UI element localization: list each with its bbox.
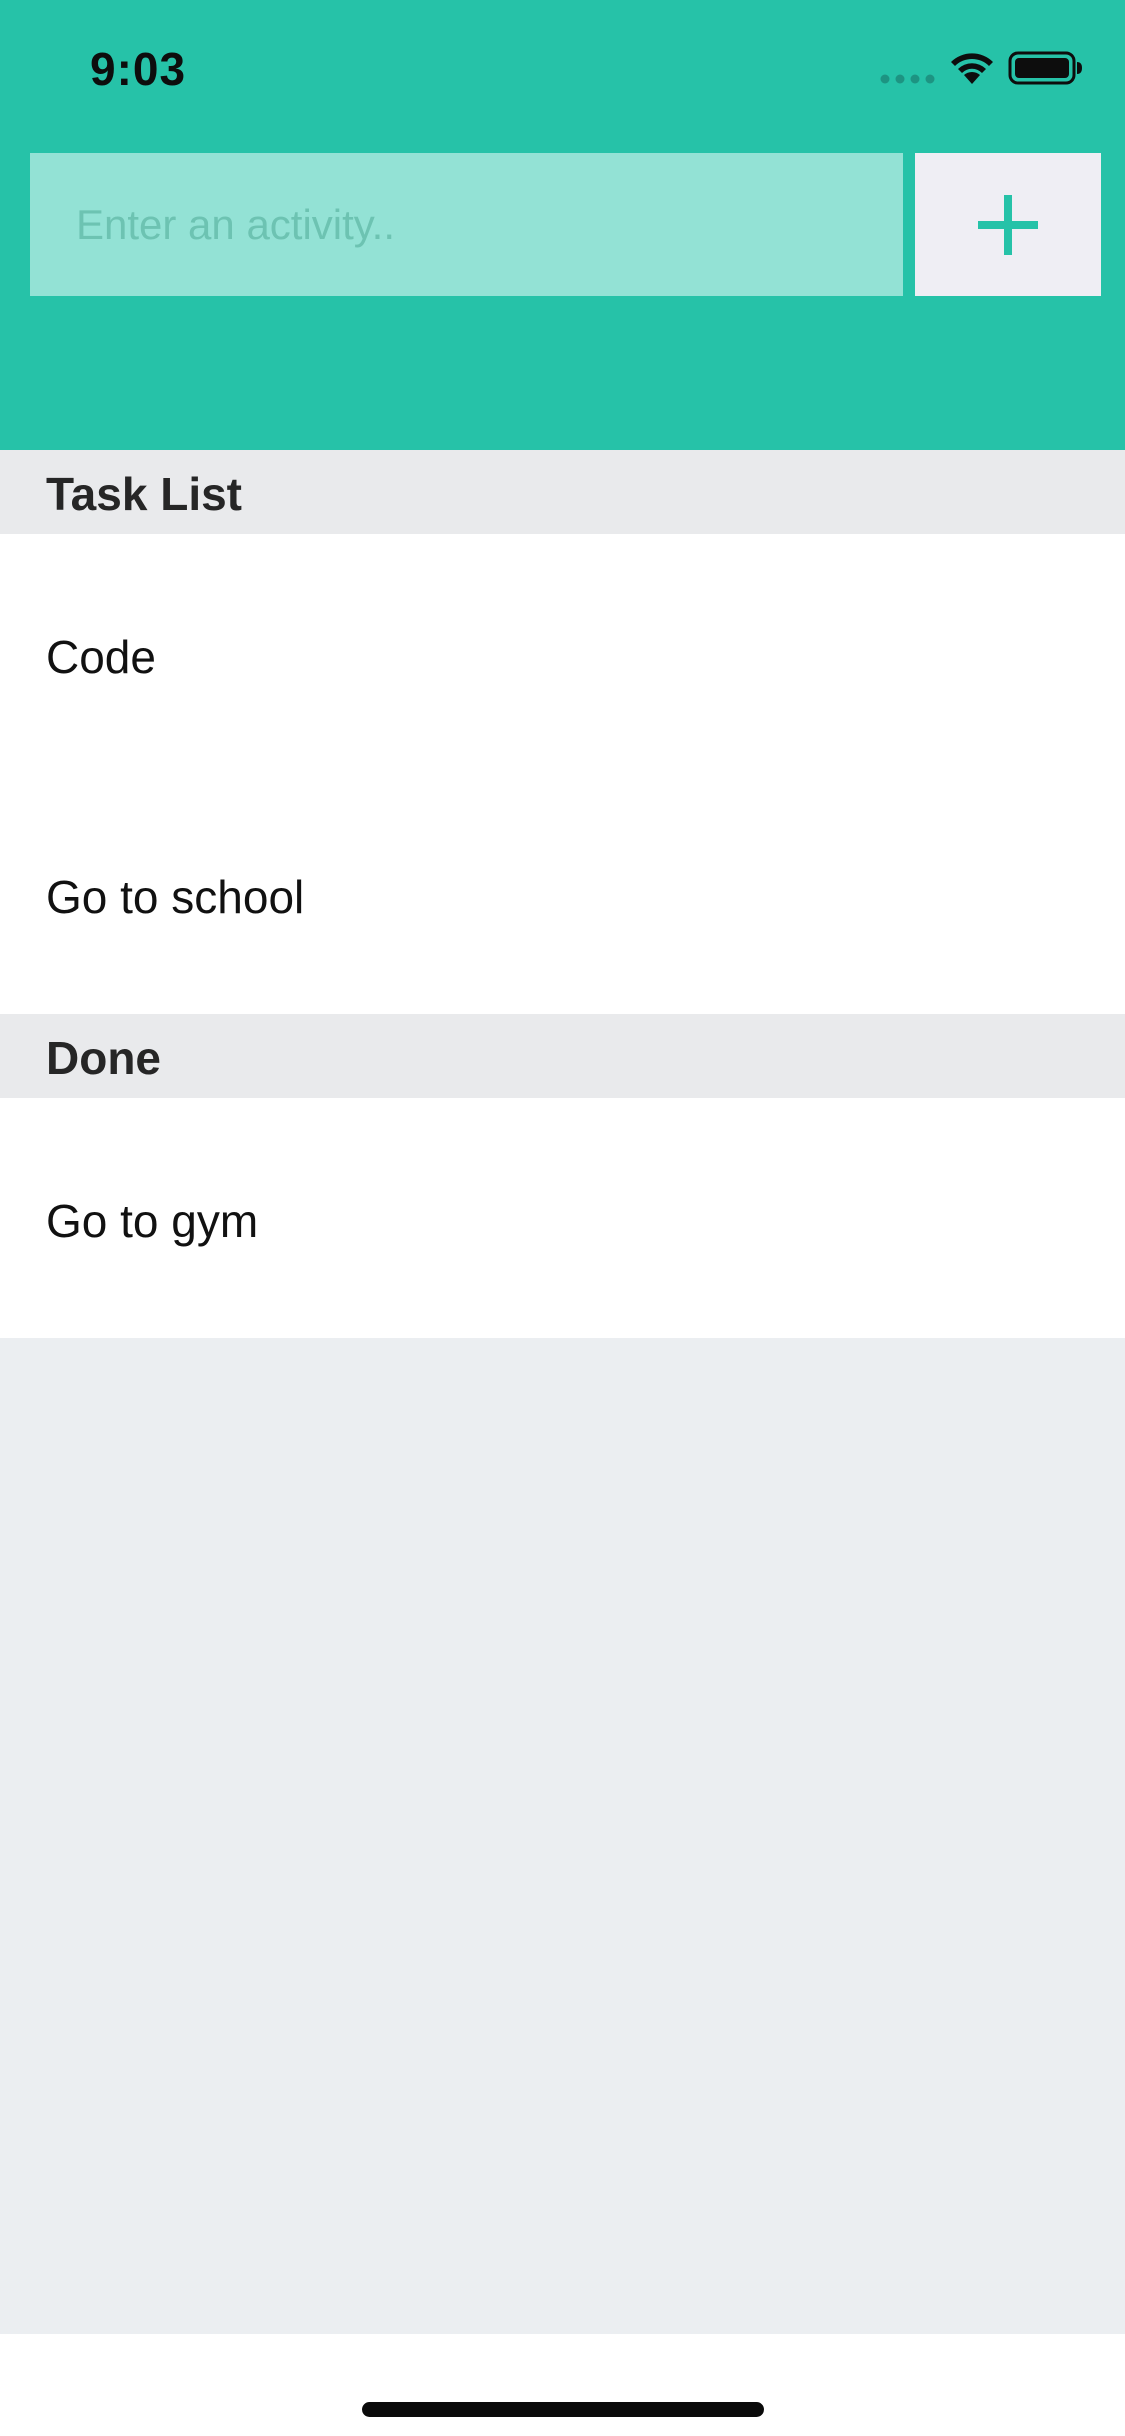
home-indicator[interactable] — [362, 2402, 764, 2417]
list-item-label: Go to gym — [46, 1195, 259, 1247]
task-list: Code Go to school — [0, 534, 1125, 1014]
status-bar: 9:03 — [0, 0, 1125, 140]
home-area — [0, 2334, 1125, 2436]
section-title: Task List — [46, 468, 242, 520]
battery-icon — [1008, 51, 1082, 85]
list-item-label: Go to school — [46, 871, 305, 923]
done-list: Go to gym — [0, 1098, 1125, 1338]
header: 9:03 — [0, 0, 1125, 450]
list-item[interactable]: Go to gym — [0, 1098, 1125, 1338]
wifi-icon — [951, 53, 993, 84]
list-item[interactable]: Go to school — [0, 774, 1125, 1014]
status-time: 9:03 — [90, 43, 187, 95]
signal-dots-icon — [880, 74, 935, 84]
list-item-label: Code — [46, 631, 156, 683]
section-title: Done — [46, 1032, 161, 1084]
plus-icon — [978, 195, 1038, 255]
activity-input[interactable] — [30, 153, 903, 296]
list-item[interactable]: Code — [0, 534, 1125, 774]
section-header-done: Done — [0, 1014, 1125, 1098]
section-header-task-list: Task List — [0, 450, 1125, 534]
add-button[interactable] — [915, 153, 1101, 296]
